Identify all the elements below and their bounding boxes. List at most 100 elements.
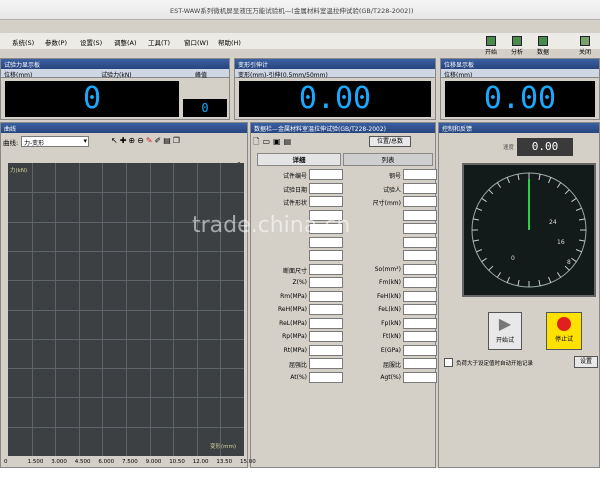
right-field-input[interactable]: [403, 250, 437, 261]
title-bar: EST-WAW系列微机屏显液压万能试验机—(金属材料室温拉伸试验(GB/T228…: [0, 0, 600, 20]
save-icon[interactable]: ▣: [273, 137, 284, 146]
menu-adjust[interactable]: 调整(A): [114, 37, 137, 47]
right-field-label: Fm(kN): [379, 279, 401, 286]
force-sub-right: 峰值: [195, 72, 208, 79]
left-field-label: At(%): [290, 373, 307, 381]
open-icon[interactable]: ▭: [262, 137, 273, 146]
right-field-input[interactable]: [403, 331, 437, 342]
gauge-tick: [496, 272, 502, 278]
settings-button[interactable]: 设置: [574, 356, 598, 368]
right-field-input[interactable]: [403, 344, 437, 356]
left-field-input[interactable]: [309, 304, 343, 315]
left-field-input[interactable]: [309, 196, 343, 207]
right-field-input[interactable]: [403, 169, 437, 180]
zoom-out-icon[interactable]: ⊖: [137, 136, 146, 145]
right-field-input[interactable]: [403, 358, 437, 369]
left-field-label: Rt(MPa): [283, 346, 307, 354]
left-field-label: Z(%): [292, 279, 308, 286]
position-value: 0.00: [445, 81, 595, 117]
left-field-input[interactable]: [309, 317, 343, 329]
gauge-tick: [578, 239, 586, 242]
position-total-button[interactable]: 位置/总数: [369, 136, 411, 147]
left-field-input[interactable]: [309, 344, 343, 356]
tab-list[interactable]: 列表: [343, 153, 433, 166]
chart-plot[interactable]: 力(kN) 变形(mm): [8, 163, 244, 456]
print-icon[interactable]: ▤: [284, 137, 295, 146]
right-field-label: Ft(kN): [382, 333, 401, 340]
start-test-label: 开始试: [495, 337, 514, 344]
right-field-input[interactable]: [403, 371, 437, 383]
setpoint-label: 速度: [503, 145, 515, 151]
gauge-tick: [578, 218, 586, 221]
tab-detail[interactable]: 详细: [257, 153, 341, 166]
chart-gridline-h: [8, 368, 244, 370]
right-field-input[interactable]: [403, 223, 437, 234]
chevron-down-icon: ▾: [83, 137, 87, 145]
gauge-tick: [496, 182, 502, 188]
left-field-input[interactable]: [309, 331, 343, 342]
right-field-input[interactable]: [403, 317, 437, 329]
right-field-input[interactable]: [403, 209, 437, 221]
right-field-label: Agt(%): [380, 373, 401, 381]
start-icon: [486, 36, 496, 46]
chart-x-tick: 13.50: [216, 459, 233, 465]
speed-gauge: 0 8 16 24: [462, 163, 596, 297]
start-button[interactable]: 开始: [478, 36, 504, 58]
right-field-input[interactable]: [403, 277, 437, 288]
menu-tools[interactable]: 工具(T): [148, 37, 170, 47]
gauge-tick: [548, 177, 552, 184]
left-field-input[interactable]: [309, 371, 343, 383]
right-field-input[interactable]: [403, 290, 437, 302]
gauge-tick: [564, 265, 570, 271]
copy-icon[interactable]: ❐: [173, 136, 182, 145]
menu-params[interactable]: 参数(P): [45, 37, 67, 47]
app-window: EST-WAW系列微机屏显液压万能试验机—(金属材料室温拉伸试验(GB/T228…: [0, 0, 600, 478]
chart-x-tick: 4.500: [74, 459, 91, 465]
left-field-input[interactable]: [309, 169, 343, 180]
menu-help[interactable]: 帮助(H): [218, 37, 241, 47]
gauge-tick: [481, 257, 487, 263]
start-test-button[interactable]: ▶ 开始试: [488, 312, 522, 350]
left-field-input[interactable]: [309, 277, 343, 288]
left-field-label: Rp(MPa): [282, 333, 307, 340]
analyze-button[interactable]: 分析: [504, 36, 530, 58]
marker-icon[interactable]: ✐: [155, 136, 164, 145]
left-field-input[interactable]: [309, 263, 343, 275]
right-field-input[interactable]: [403, 236, 437, 248]
right-field-input[interactable]: [403, 263, 437, 275]
gauge-tick: [472, 218, 480, 221]
left-field-input[interactable]: [309, 182, 343, 194]
gauge-tick: [506, 276, 510, 283]
left-field-input[interactable]: [309, 358, 343, 369]
data-label: 数据: [536, 49, 549, 56]
chart-x-tick: 15.00: [240, 459, 256, 465]
left-field-input[interactable]: [309, 236, 343, 248]
menu-system[interactable]: 系统(S): [12, 37, 34, 47]
setpoint-value: 0.00: [517, 138, 573, 156]
right-field-input[interactable]: [403, 182, 437, 194]
chart-x-tick: 3.000: [51, 459, 67, 465]
print-icon[interactable]: ▤: [163, 136, 173, 145]
pen-icon[interactable]: ✎: [146, 136, 155, 145]
stop-test-button[interactable]: 停止试: [546, 312, 582, 350]
left-field-input[interactable]: [309, 250, 343, 261]
gauge-tick: [488, 189, 494, 195]
left-field-label: 试件形状: [282, 200, 307, 207]
zoom-in-icon[interactable]: ⊕: [128, 136, 137, 145]
close-button[interactable]: 关闭: [572, 36, 598, 58]
data-button[interactable]: 数据: [530, 36, 556, 58]
right-field-input[interactable]: [403, 196, 437, 207]
curve-select-value: 力-变形: [24, 140, 45, 147]
close-label: 关闭: [578, 49, 591, 56]
auto-record-checkbox[interactable]: [444, 358, 453, 367]
right-field-input[interactable]: [403, 304, 437, 315]
menu-settings[interactable]: 设置(S): [80, 37, 102, 47]
pointer-icon[interactable]: ↖: [111, 136, 120, 145]
data-pane-header: 数据栏—金属材料室温拉伸试验(GB/T228-2002): [251, 123, 435, 133]
left-field-input[interactable]: [309, 290, 343, 302]
curve-select[interactable]: 力-变形 ▾: [21, 136, 89, 147]
menu-window[interactable]: 窗口(W): [184, 37, 209, 47]
force-value: 0: [5, 81, 179, 117]
chart-x-tick: 12.00: [192, 459, 209, 465]
data-pane: 数据栏—金属材料室温拉伸试验(GB/T228-2002) 🗋▭▣▤ 位置/总数 …: [250, 122, 437, 468]
